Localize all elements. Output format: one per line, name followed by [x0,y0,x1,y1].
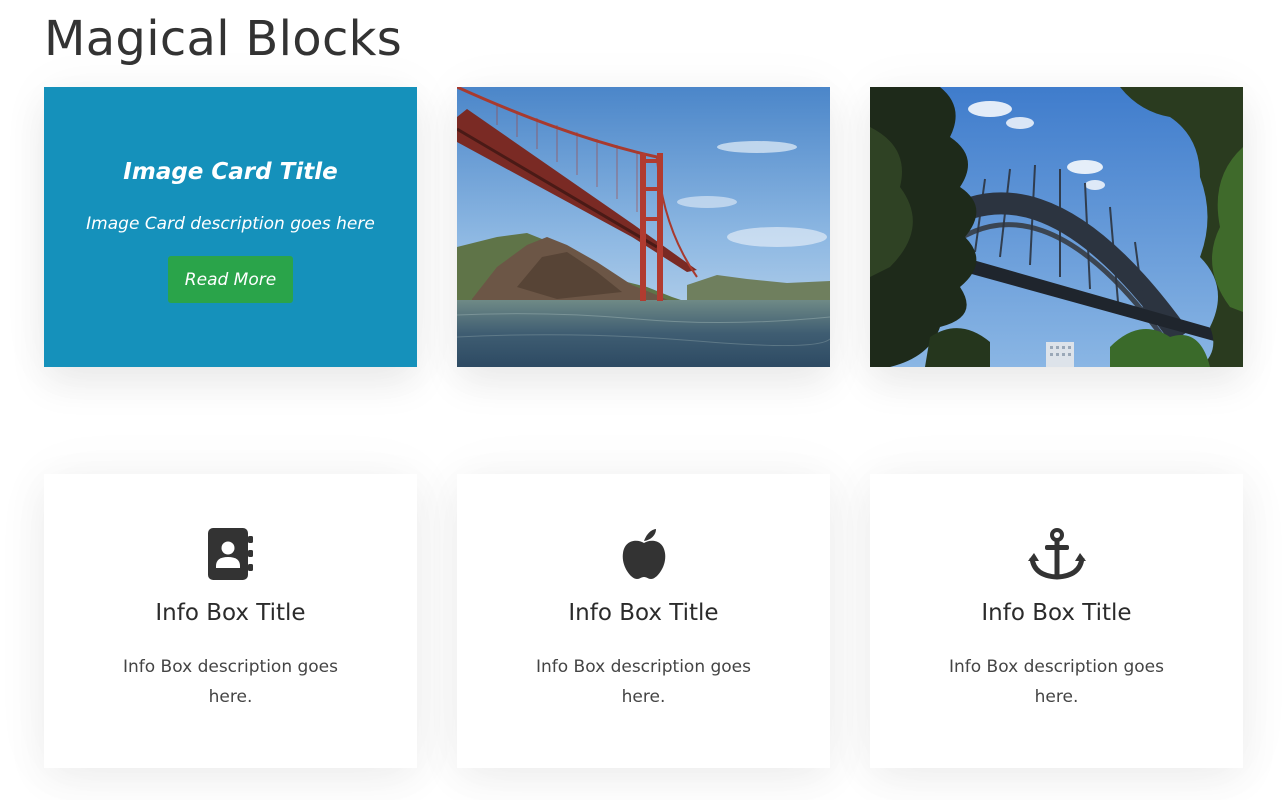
info-box-description: Info Box description goes here. [535,657,751,707]
info-box-description: Info Box description goes here. [948,657,1164,707]
info-box-title: Info Box Title [981,600,1132,626]
golden-gate-bridge-image [457,87,830,367]
image-card-title: Image Card Title [123,159,338,185]
address-book-icon [201,524,261,584]
info-box-description: Info Box description goes here. [122,657,338,707]
read-more-button[interactable]: Read More [168,256,293,303]
image-card-description: Image Card description goes here [86,214,375,234]
image-card-golden-gate [457,87,830,367]
image-card-harbour-bridge [870,87,1243,367]
image-card: Image Card Title Image Card description … [44,87,417,367]
info-box: Info Box Title Info Box description goes… [44,474,417,768]
info-box: Info Box Title Info Box description goes… [870,474,1243,768]
info-box: Info Box Title Info Box description goes… [457,474,830,768]
page: Magical Blocks Image Card Title Image Ca… [0,0,1286,800]
apple-icon [614,524,674,584]
sydney-harbour-bridge-image [870,87,1243,367]
info-box-title: Info Box Title [568,600,719,626]
page-title: Magical Blocks [44,11,403,67]
info-box-title: Info Box Title [155,600,306,626]
anchor-icon [1027,524,1087,584]
